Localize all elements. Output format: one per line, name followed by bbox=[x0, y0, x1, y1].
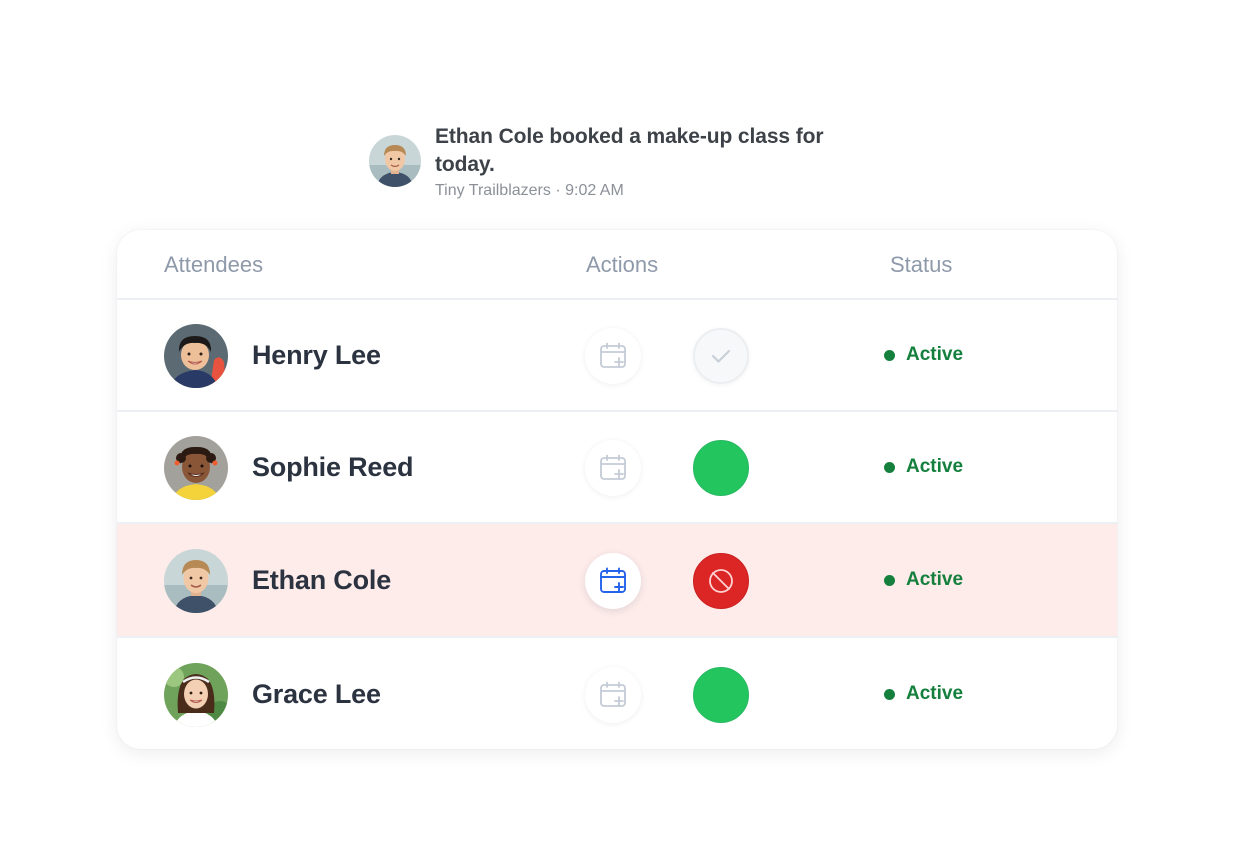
status-badge: Active bbox=[884, 683, 963, 705]
calendar-plus-icon bbox=[600, 567, 626, 593]
avatar bbox=[164, 324, 228, 388]
status-label: Active bbox=[906, 344, 964, 365]
attendee-name[interactable]: Grace Lee bbox=[252, 679, 381, 710]
status-badge: Active bbox=[884, 344, 963, 366]
avatar bbox=[164, 436, 228, 500]
header-status: Status bbox=[890, 252, 953, 277]
status-dot bbox=[884, 574, 895, 586]
table-row: Grace Lee Active bbox=[117, 638, 1117, 749]
attendance-toggle[interactable] bbox=[693, 553, 749, 609]
notification-message: Ethan Cole booked a make-up class for to… bbox=[435, 125, 824, 176]
calendar-plus-icon bbox=[600, 342, 626, 368]
header-actions: Actions bbox=[586, 252, 659, 277]
avatar bbox=[164, 663, 228, 727]
table-row: Ethan Cole Active bbox=[117, 524, 1117, 638]
avatar bbox=[164, 549, 228, 613]
attendance-toggle[interactable] bbox=[693, 328, 749, 384]
status-dot bbox=[884, 349, 895, 361]
attendee-name[interactable]: Ethan Cole bbox=[252, 565, 391, 596]
status-dot bbox=[884, 688, 895, 700]
status-label: Active bbox=[906, 569, 964, 590]
calendar-plus-icon bbox=[600, 454, 626, 480]
check-icon bbox=[711, 349, 731, 363]
table-row: Henry Lee Active bbox=[117, 300, 1117, 412]
calendar-plus-icon bbox=[600, 681, 626, 707]
notification-avatar bbox=[369, 135, 421, 187]
attendance-toggle[interactable] bbox=[693, 440, 749, 496]
book-makeup-button[interactable] bbox=[585, 328, 641, 384]
table-header: Attendees Actions Status bbox=[117, 230, 1117, 300]
status-label: Active bbox=[906, 683, 964, 704]
header-attendees: Attendees bbox=[164, 252, 264, 277]
ban-icon bbox=[709, 569, 733, 593]
notification-meta: Tiny Trailblazers · 9:02 AM bbox=[435, 182, 624, 199]
status-badge: Active bbox=[884, 569, 963, 591]
status-label: Active bbox=[906, 456, 964, 477]
table-row: Sophie Reed Active bbox=[117, 412, 1117, 524]
status-badge: Active bbox=[884, 456, 963, 478]
book-makeup-button[interactable] bbox=[585, 553, 641, 609]
attendee-name[interactable]: Sophie Reed bbox=[252, 452, 414, 483]
attendees-card: Attendees Actions Status Henry Lee Activ… bbox=[117, 230, 1117, 749]
attendance-toggle[interactable] bbox=[693, 667, 749, 723]
attendee-name[interactable]: Henry Lee bbox=[252, 340, 381, 371]
book-makeup-button[interactable] bbox=[585, 440, 641, 496]
booking-notification: Ethan Cole booked a make-up class for to… bbox=[369, 122, 849, 206]
book-makeup-button[interactable] bbox=[585, 667, 641, 723]
status-dot bbox=[884, 461, 895, 473]
